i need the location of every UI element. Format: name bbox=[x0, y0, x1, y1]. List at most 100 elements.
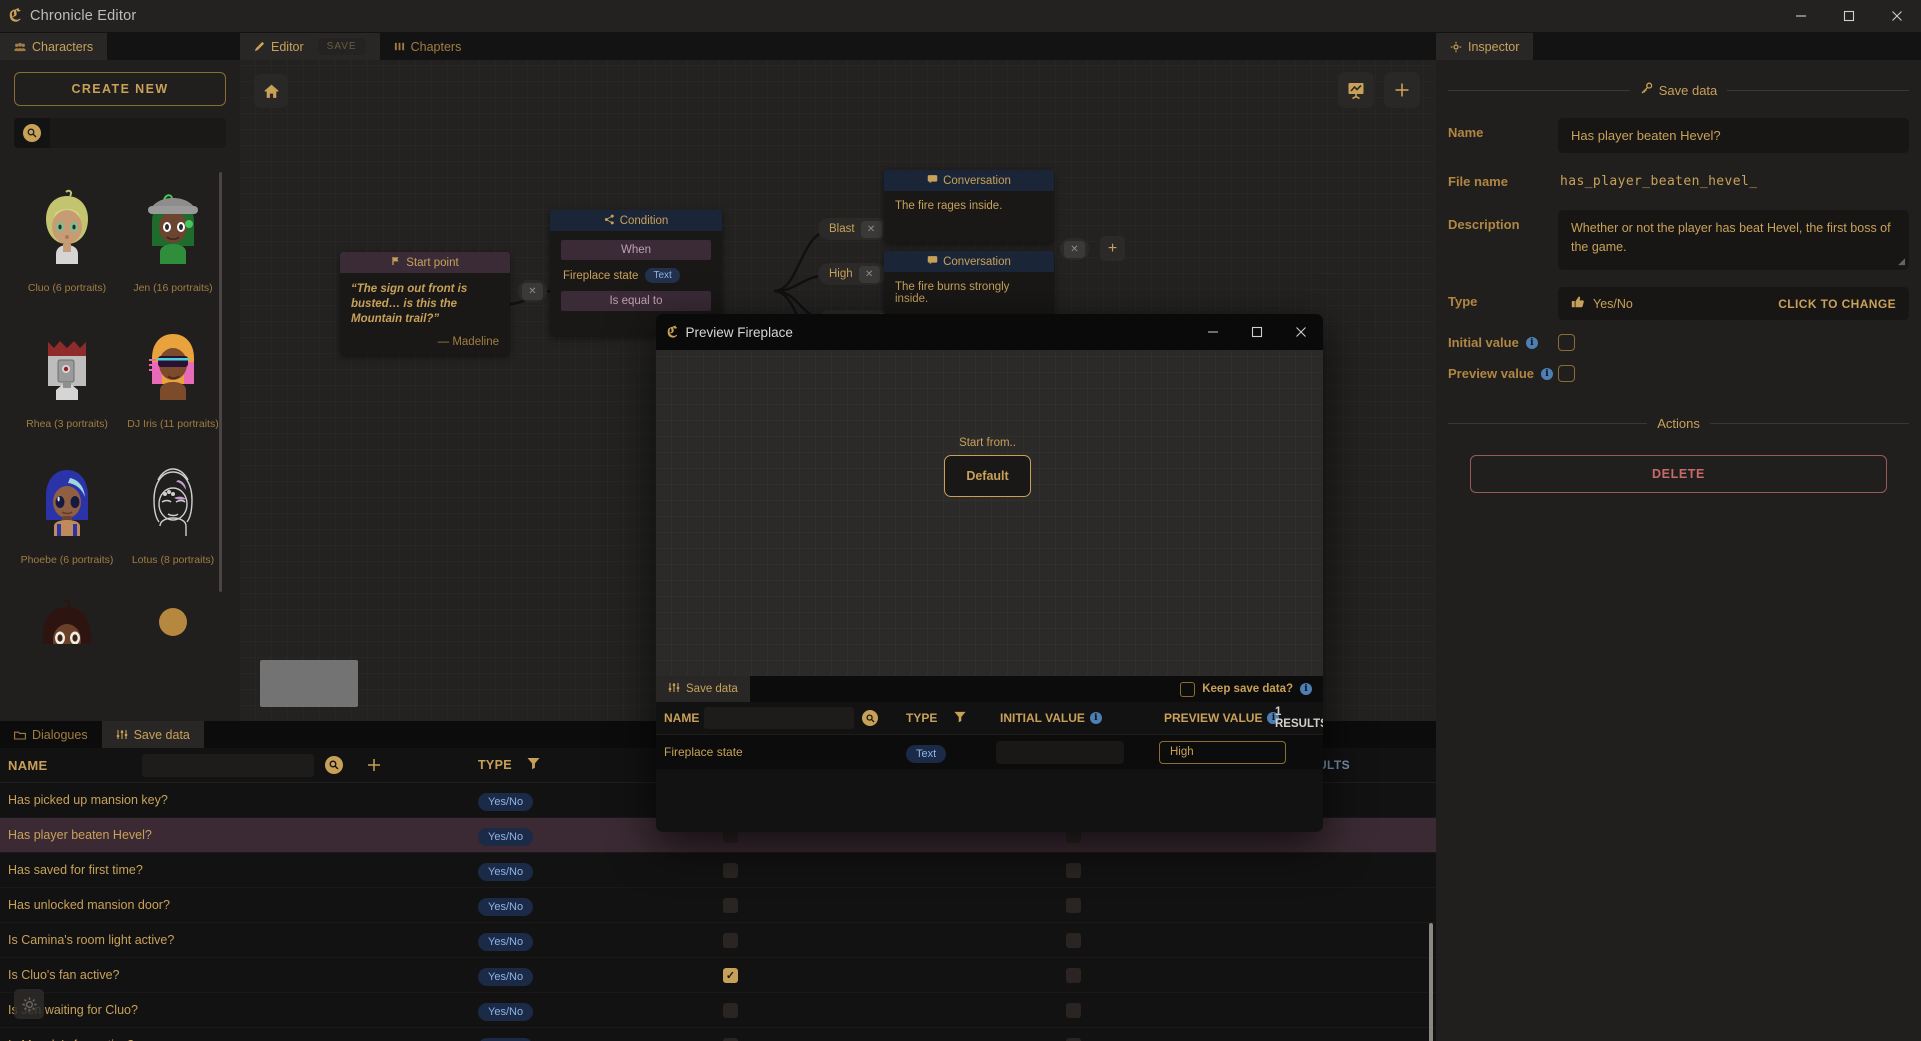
presentation-icon[interactable] bbox=[1338, 72, 1374, 108]
table-row[interactable]: Has saved for first time? Yes/No bbox=[0, 853, 1436, 888]
row-name: Has picked up mansion key? bbox=[8, 793, 168, 807]
share-icon bbox=[604, 214, 615, 228]
preview-value-checkbox[interactable] bbox=[1066, 1002, 1081, 1018]
preview-value-checkbox[interactable] bbox=[1066, 862, 1081, 878]
character-card[interactable]: Macula (0 portraits) bbox=[120, 572, 226, 644]
search-icon[interactable] bbox=[862, 710, 878, 726]
create-new-button[interactable]: CREATE NEW bbox=[14, 72, 226, 106]
close-icon[interactable]: ✕ bbox=[1064, 240, 1085, 258]
condition-port-blast[interactable]: Blast ✕ bbox=[818, 218, 888, 240]
sidebar-item-characters[interactable]: Characters bbox=[0, 33, 108, 60]
table-scrollbar[interactable] bbox=[1429, 923, 1433, 1041]
search-icon[interactable] bbox=[314, 756, 354, 774]
field-label: Type bbox=[1448, 294, 1478, 309]
character-card[interactable]: Phoebe (6 portraits) bbox=[14, 436, 120, 566]
dialog-initial-value-input[interactable] bbox=[996, 740, 1124, 764]
filter-icon[interactable] bbox=[526, 756, 541, 774]
table-row[interactable]: Is Macula's fan active? Yes/No bbox=[0, 1028, 1436, 1041]
tab-editor[interactable]: Editor SAVE bbox=[240, 33, 380, 60]
condition-port-high[interactable]: High ✕ bbox=[818, 263, 886, 285]
tab-inspector[interactable]: Inspector bbox=[1436, 33, 1534, 60]
condition-when[interactable]: When bbox=[561, 240, 711, 260]
gear-icon[interactable] bbox=[14, 989, 44, 1019]
save-pill[interactable]: SAVE bbox=[317, 38, 366, 55]
canvas-minimap[interactable] bbox=[260, 660, 358, 707]
filter-icon[interactable] bbox=[953, 710, 967, 727]
info-icon[interactable]: i bbox=[1525, 336, 1538, 349]
character-card[interactable]: Lotus (8 portraits) bbox=[120, 436, 226, 566]
close-icon[interactable]: ✕ bbox=[860, 220, 882, 238]
tab-dialogues[interactable]: Dialogues bbox=[0, 721, 102, 748]
character-card[interactable]: Rhea (3 portraits) bbox=[14, 300, 120, 430]
character-card[interactable]: DJ Iris (11 portraits) bbox=[120, 300, 226, 430]
dialog-table-header: NAME TYPE INITIAL VALUE i PREVIEW VALUE bbox=[656, 702, 1323, 735]
description-textarea[interactable] bbox=[1558, 210, 1909, 270]
minimize-icon[interactable] bbox=[1191, 314, 1235, 350]
initial-value-checkbox[interactable] bbox=[723, 897, 738, 913]
initial-value-checkbox[interactable]: ✓ bbox=[723, 967, 738, 983]
preview-value-checkbox[interactable] bbox=[1066, 897, 1081, 913]
tab-chapters[interactable]: Chapters bbox=[380, 33, 476, 60]
preview-value-checkbox[interactable] bbox=[1066, 932, 1081, 948]
type-value: Yes/No bbox=[1593, 296, 1633, 311]
delete-button[interactable]: DELETE bbox=[1470, 455, 1887, 493]
initial-value-checkbox[interactable] bbox=[723, 932, 738, 948]
field-initial-value: Initial value i bbox=[1448, 334, 1909, 351]
preview-value-checkbox[interactable] bbox=[1066, 967, 1081, 983]
dialog-tab-label: Save data bbox=[686, 683, 738, 695]
table-row[interactable]: Has unlocked mansion door? Yes/No bbox=[0, 888, 1436, 923]
conversation-add-button[interactable]: + bbox=[1100, 236, 1125, 261]
table-row[interactable]: Is Jen waiting for Cluo? Yes/No bbox=[0, 993, 1436, 1028]
name-filter-input[interactable] bbox=[142, 753, 314, 777]
keep-save-data-checkbox[interactable] bbox=[1180, 681, 1196, 697]
resize-handle-icon[interactable]: ◢ bbox=[1898, 256, 1905, 267]
initial-value-label: Initial value bbox=[1448, 335, 1519, 350]
plus-icon[interactable] bbox=[354, 757, 394, 773]
dialog-table-row[interactable]: Fireplace state Text High bbox=[656, 735, 1323, 769]
close-icon[interactable]: ✕ bbox=[522, 282, 543, 300]
dialog-title: Preview Fireplace bbox=[685, 324, 793, 340]
home-button[interactable] bbox=[254, 74, 288, 108]
tab-save-data[interactable]: Save data bbox=[101, 721, 204, 748]
node-start-point[interactable]: Start point “The sign out front is buste… bbox=[340, 252, 510, 355]
conversation-out-port[interactable]: ✕ bbox=[1060, 238, 1089, 260]
character-card[interactable]: Kara (21 portraits) bbox=[14, 572, 120, 644]
search-icon[interactable] bbox=[14, 124, 50, 142]
initial-value-checkbox[interactable] bbox=[723, 1002, 738, 1018]
info-icon[interactable]: i bbox=[1541, 367, 1553, 380]
columns-icon bbox=[394, 41, 405, 52]
edge-port-start[interactable]: ✕ bbox=[518, 280, 547, 302]
character-card[interactable]: Jen (16 portraits) bbox=[120, 164, 226, 294]
close-icon[interactable] bbox=[1873, 0, 1921, 33]
plus-icon[interactable] bbox=[1384, 72, 1420, 108]
condition-operator[interactable]: Is equal to bbox=[561, 291, 711, 311]
info-icon[interactable]: i bbox=[1300, 683, 1312, 695]
character-portrait bbox=[136, 182, 210, 278]
minimize-icon[interactable] bbox=[1777, 0, 1825, 33]
character-card[interactable]: Cluo (6 portraits) bbox=[14, 164, 120, 294]
start-from-default-button[interactable]: Default bbox=[944, 455, 1031, 497]
close-icon[interactable] bbox=[1279, 314, 1323, 350]
sidebar-scrollbar[interactable] bbox=[219, 172, 222, 592]
table-row[interactable]: Is Cluo's fan active? Yes/No ✓ bbox=[0, 958, 1436, 993]
preview-value-checkbox[interactable] bbox=[1558, 365, 1575, 382]
type-selector[interactable]: Yes/No CLICK TO CHANGE bbox=[1558, 287, 1909, 320]
dialog-name-filter-input[interactable] bbox=[704, 707, 854, 729]
click-to-change-label[interactable]: CLICK TO CHANGE bbox=[1778, 297, 1896, 311]
dialog-preview-value-input[interactable]: High bbox=[1159, 740, 1286, 764]
table-row[interactable]: Is Camina's room light active? Yes/No bbox=[0, 923, 1436, 958]
initial-value-checkbox[interactable] bbox=[1558, 334, 1575, 351]
preview-value-checkbox[interactable] bbox=[1066, 1037, 1081, 1041]
name-input[interactable] bbox=[1558, 118, 1909, 153]
maximize-icon[interactable] bbox=[1825, 0, 1873, 33]
initial-value-checkbox[interactable] bbox=[723, 862, 738, 878]
node-conversation[interactable]: Conversation The fire rages inside. bbox=[884, 170, 1054, 243]
initial-value-checkbox[interactable] bbox=[723, 1037, 738, 1041]
close-icon[interactable]: ✕ bbox=[858, 265, 880, 283]
type-badge: Yes/No bbox=[478, 792, 534, 811]
maximize-icon[interactable] bbox=[1235, 314, 1279, 350]
search-input[interactable] bbox=[50, 118, 226, 148]
dialog-tab-save-data[interactable]: Save data bbox=[656, 676, 750, 702]
info-icon[interactable]: i bbox=[1089, 712, 1102, 724]
dialog-canvas[interactable]: Start from.. Default bbox=[656, 350, 1323, 676]
